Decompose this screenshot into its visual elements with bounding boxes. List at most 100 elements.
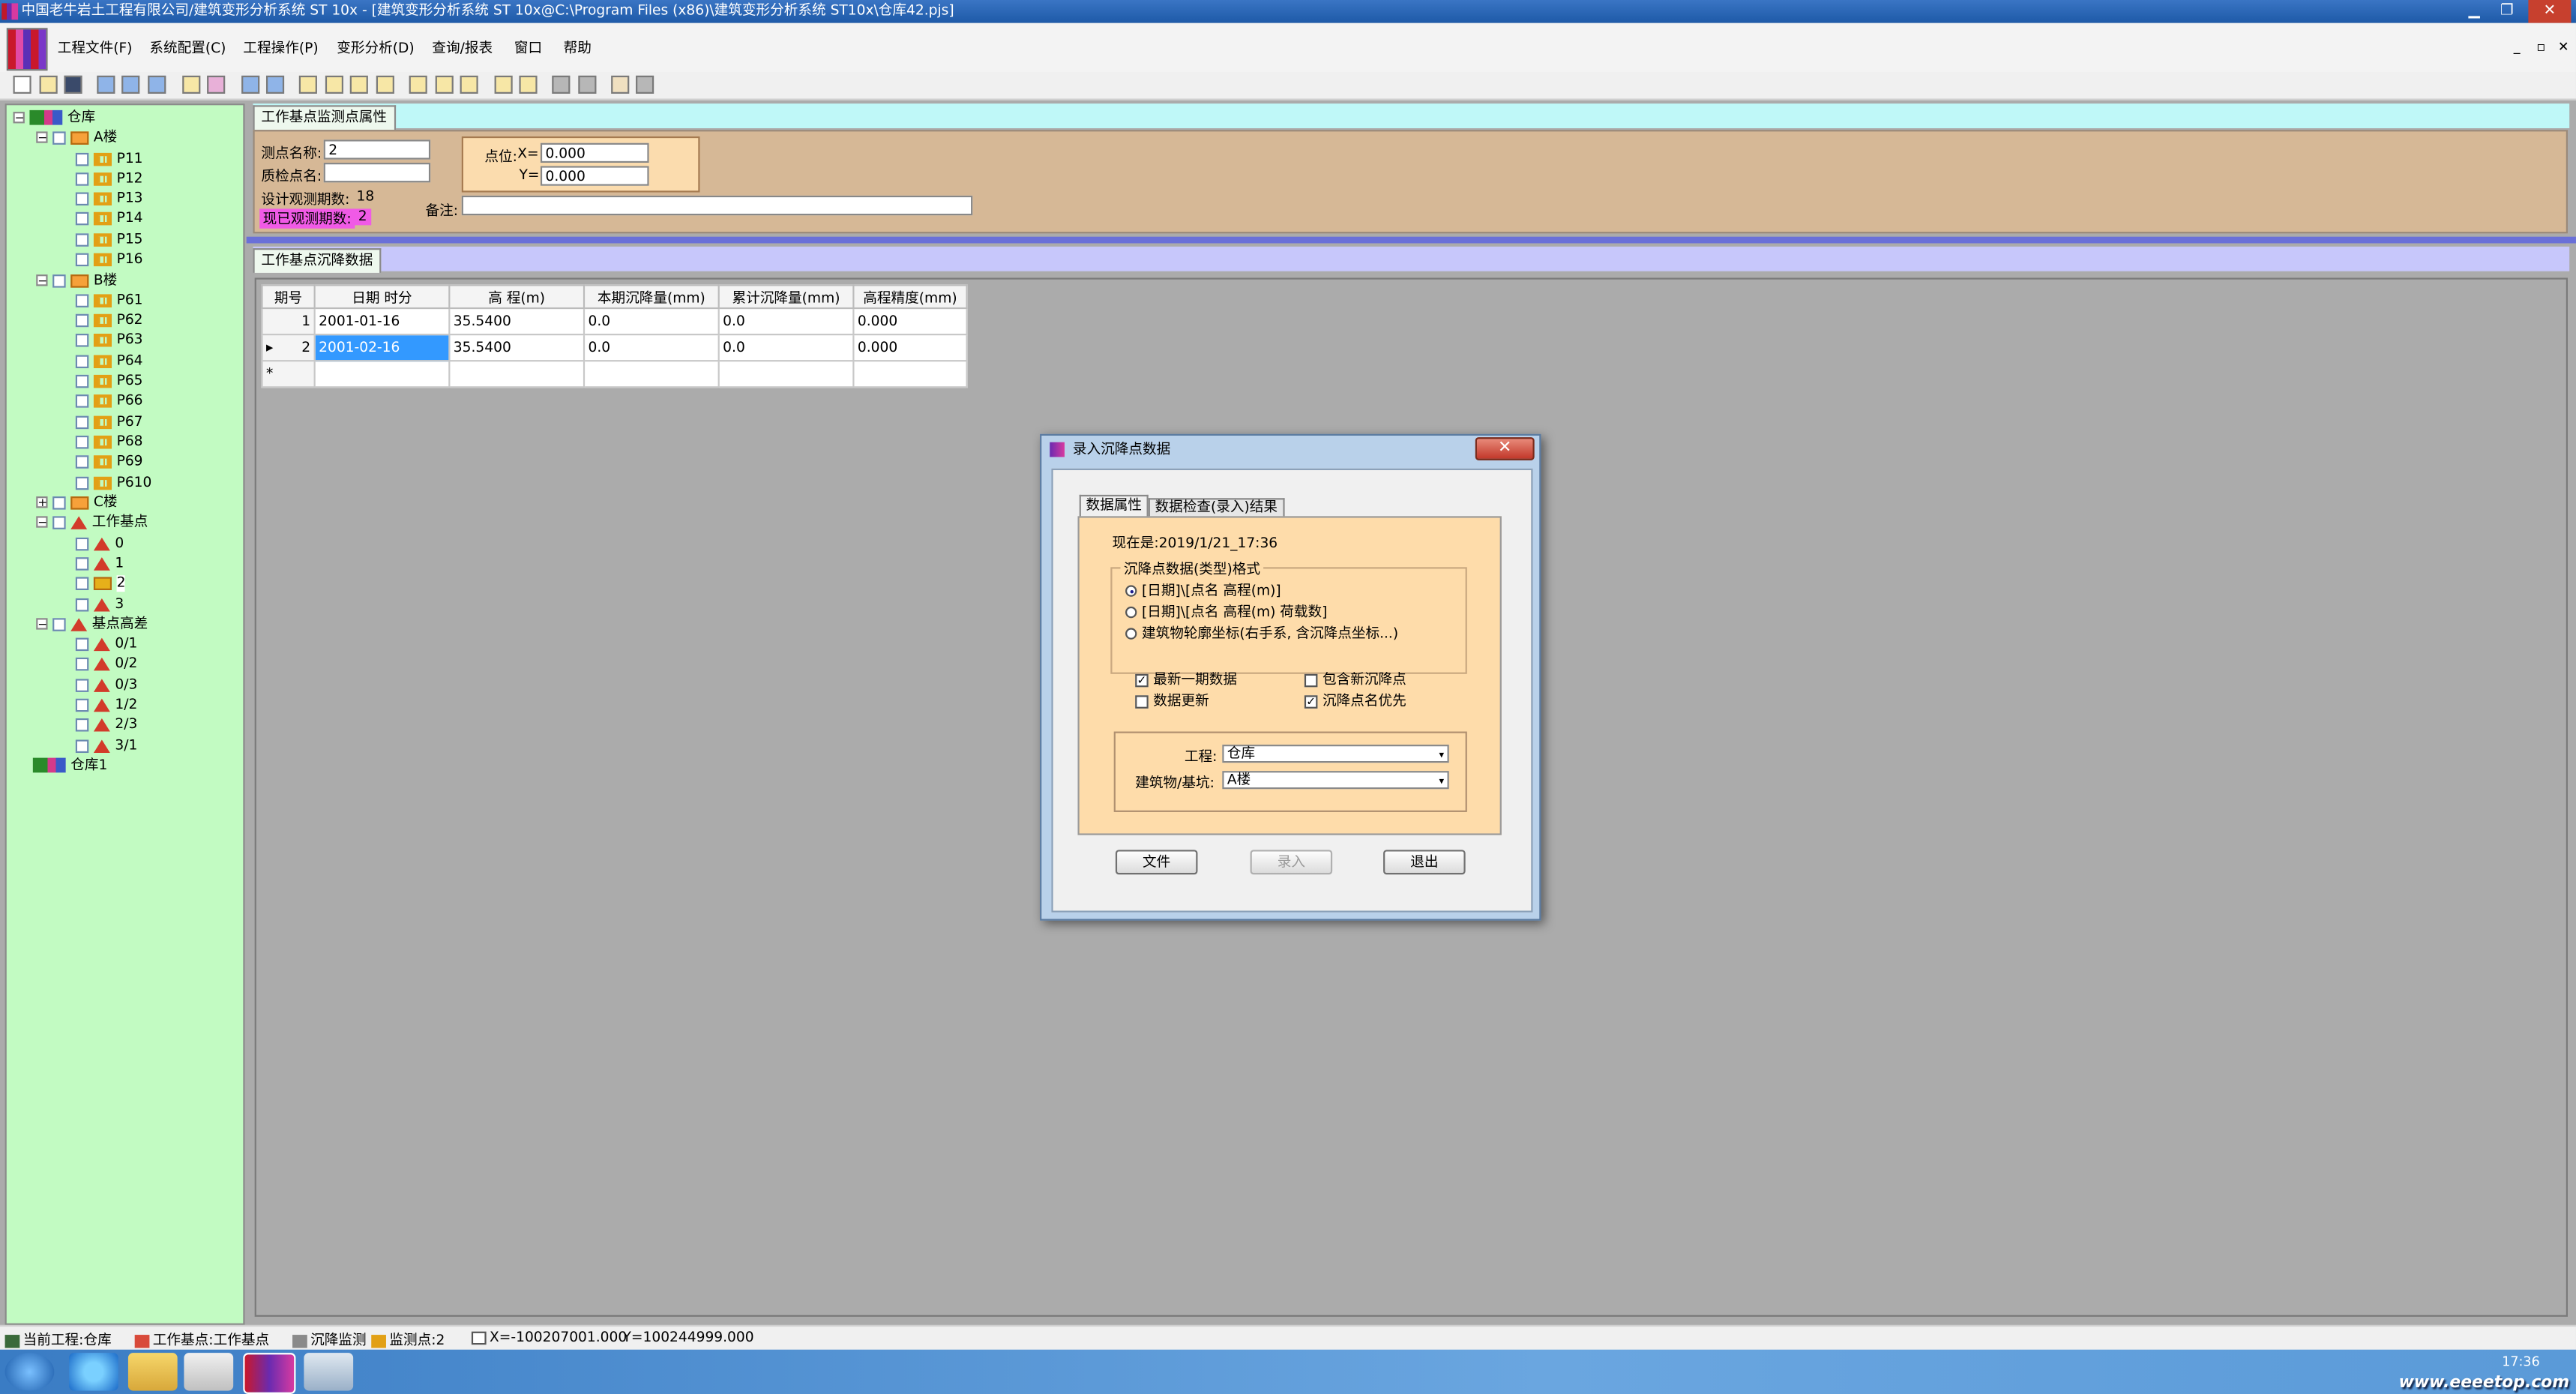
tree-node-point[interactable]: P64 (75, 352, 143, 371)
dialog-titlebar[interactable]: 录入沉降点数据 ✕ (1041, 436, 1539, 463)
checkbox[interactable] (75, 434, 89, 448)
point-name-field[interactable]: 2 (323, 139, 431, 160)
checkbox[interactable] (75, 313, 89, 327)
table-new-row[interactable]: * (261, 360, 968, 388)
radio-date-name-elevation-load[interactable]: [日期]\[点名 高程(m) 荷载数] (1125, 601, 1327, 622)
checkbox[interactable] (75, 556, 89, 570)
col-header[interactable]: 日期 时分 (313, 284, 451, 310)
cell-date-selected[interactable]: 2001-02-16 (313, 334, 451, 362)
tab-data-properties[interactable]: 数据属性 (1079, 494, 1149, 518)
edit-icon[interactable] (182, 75, 201, 94)
cell-precision[interactable]: 0.000 (852, 334, 968, 362)
checkbox-include-new-points[interactable]: 包含新沉降点 (1304, 669, 1406, 689)
checkbox[interactable] (75, 739, 89, 752)
tree-node-workpoint[interactable]: 3 (75, 595, 124, 615)
tool-a-icon[interactable] (298, 75, 317, 94)
tree-node-workpoint[interactable]: 0 (75, 534, 124, 553)
checkbox[interactable] (75, 576, 89, 589)
tree-node-point[interactable]: P12 (75, 169, 143, 189)
radio-date-name-elevation[interactable]: [日期]\[点名 高程(m)] (1125, 580, 1281, 600)
print-icon[interactable] (636, 75, 654, 94)
tree-node-point[interactable]: P15 (75, 230, 143, 250)
tree-node-diff[interactable]: 3/1 (75, 736, 137, 756)
checkbox[interactable] (75, 717, 89, 731)
checkbox-point-name-priority[interactable]: ✓ 沉降点名优先 (1304, 691, 1406, 710)
mail-a-icon[interactable] (409, 75, 427, 94)
menu-window[interactable]: 窗口 (514, 37, 542, 58)
cell-date[interactable]: 2001-01-16 (313, 307, 451, 336)
tree-node-point[interactable]: P63 (75, 331, 143, 350)
menu-query-report[interactable]: 查询/报表 (432, 37, 493, 58)
tree-node-point[interactable]: P11 (75, 149, 143, 169)
col-header[interactable]: 本期沉降量(mm) (583, 284, 720, 310)
cell-current-settlement[interactable]: 0.0 (583, 307, 720, 336)
check-point-field[interactable] (323, 163, 431, 183)
menu-project-file[interactable]: 工程文件(F) (58, 37, 133, 58)
tool-d-icon[interactable] (376, 75, 394, 94)
file-explorer-icon[interactable] (127, 1353, 178, 1391)
tree-node-building-b[interactable]: − B楼 (36, 271, 117, 291)
checkbox[interactable] (75, 536, 89, 550)
checkbox[interactable] (52, 617, 66, 631)
cell-empty[interactable] (313, 360, 451, 388)
media-player-icon[interactable] (184, 1353, 234, 1391)
checkbox[interactable] (75, 415, 89, 429)
col-header[interactable]: 累计沉降量(mm) (717, 284, 855, 310)
book-icon[interactable] (611, 75, 630, 94)
report-icon[interactable] (207, 75, 226, 94)
row-header[interactable]: ▸ 2 (261, 334, 316, 362)
cell-elevation[interactable]: 35.5400 (448, 334, 586, 362)
tree-node-basediff[interactable]: − 基点高差 (36, 615, 148, 634)
calc-b-icon[interactable] (578, 75, 597, 94)
ie-browser-icon[interactable] (69, 1353, 118, 1391)
tree-node-diff[interactable]: 0/2 (75, 654, 137, 673)
grid-a-icon[interactable] (494, 75, 513, 94)
tree-node-building-c[interactable]: + C楼 (36, 493, 118, 513)
mail-c-icon[interactable] (460, 75, 478, 94)
dialog-close-button[interactable]: ✕ (1475, 437, 1535, 460)
tab-settlement-data[interactable]: 工作基点沉降数据 (253, 248, 382, 273)
open-folder-icon[interactable] (39, 75, 58, 94)
checkbox-data-update[interactable]: 数据更新 (1135, 691, 1209, 710)
checkbox[interactable] (52, 274, 66, 287)
y-coordinate-field[interactable]: 0.000 (540, 166, 649, 186)
table-row[interactable]: ▸ 2 2001-02-16 35.5400 0.0 0.0 0.000 (261, 334, 968, 362)
tile-vertical-icon[interactable] (148, 75, 166, 94)
mail-b-icon[interactable] (435, 75, 454, 94)
tool-c-icon[interactable] (349, 75, 368, 94)
tree-node-building-a[interactable]: − A楼 (36, 128, 117, 148)
app-taskbar-icon[interactable] (243, 1353, 296, 1394)
tree-node-point[interactable]: P68 (75, 433, 143, 452)
col-header[interactable]: 高 程(m) (448, 284, 586, 310)
cell-empty[interactable] (717, 360, 855, 388)
system-clock[interactable]: 17:36 (2502, 1354, 2540, 1369)
checkbox[interactable] (75, 475, 89, 490)
project-select[interactable]: 仓库 ▾ (1222, 745, 1449, 763)
tab-point-properties[interactable]: 工作基点监测点属性 (253, 105, 396, 130)
checkbox[interactable] (75, 678, 89, 691)
tool-b-icon[interactable] (325, 75, 343, 94)
checkbox[interactable] (75, 252, 89, 266)
checkbox[interactable] (52, 130, 66, 144)
tree-node-point[interactable]: P65 (75, 371, 143, 391)
checkbox[interactable] (52, 515, 66, 529)
menu-help[interactable]: 帮助 (564, 37, 592, 58)
remark-field[interactable] (461, 195, 973, 216)
menu-project-ops[interactable]: 工程操作(P) (243, 37, 318, 58)
tree-node-diff[interactable]: 1/2 (75, 695, 137, 715)
cell-empty[interactable] (852, 360, 968, 388)
collapse-icon[interactable]: − (36, 274, 48, 287)
tree-node-diff[interactable]: 0/3 (75, 676, 137, 695)
building-select[interactable]: A楼 ▾ (1222, 771, 1449, 790)
checkbox[interactable] (52, 495, 66, 509)
checkbox[interactable] (75, 656, 89, 670)
tree-node-point[interactable]: P67 (75, 412, 143, 432)
col-header[interactable]: 期号 (261, 284, 316, 310)
x-coordinate-field[interactable]: 0.000 (540, 142, 649, 163)
tree-node-diff[interactable]: 0/1 (75, 634, 137, 654)
row-header[interactable]: 1 (261, 307, 316, 336)
checkbox[interactable] (75, 373, 89, 388)
tree-node-point[interactable]: P13 (75, 189, 143, 208)
minimize-button[interactable]: ▁ (2459, 0, 2488, 23)
checkbox-latest-data[interactable]: ✓ 最新一期数据 (1135, 669, 1237, 689)
